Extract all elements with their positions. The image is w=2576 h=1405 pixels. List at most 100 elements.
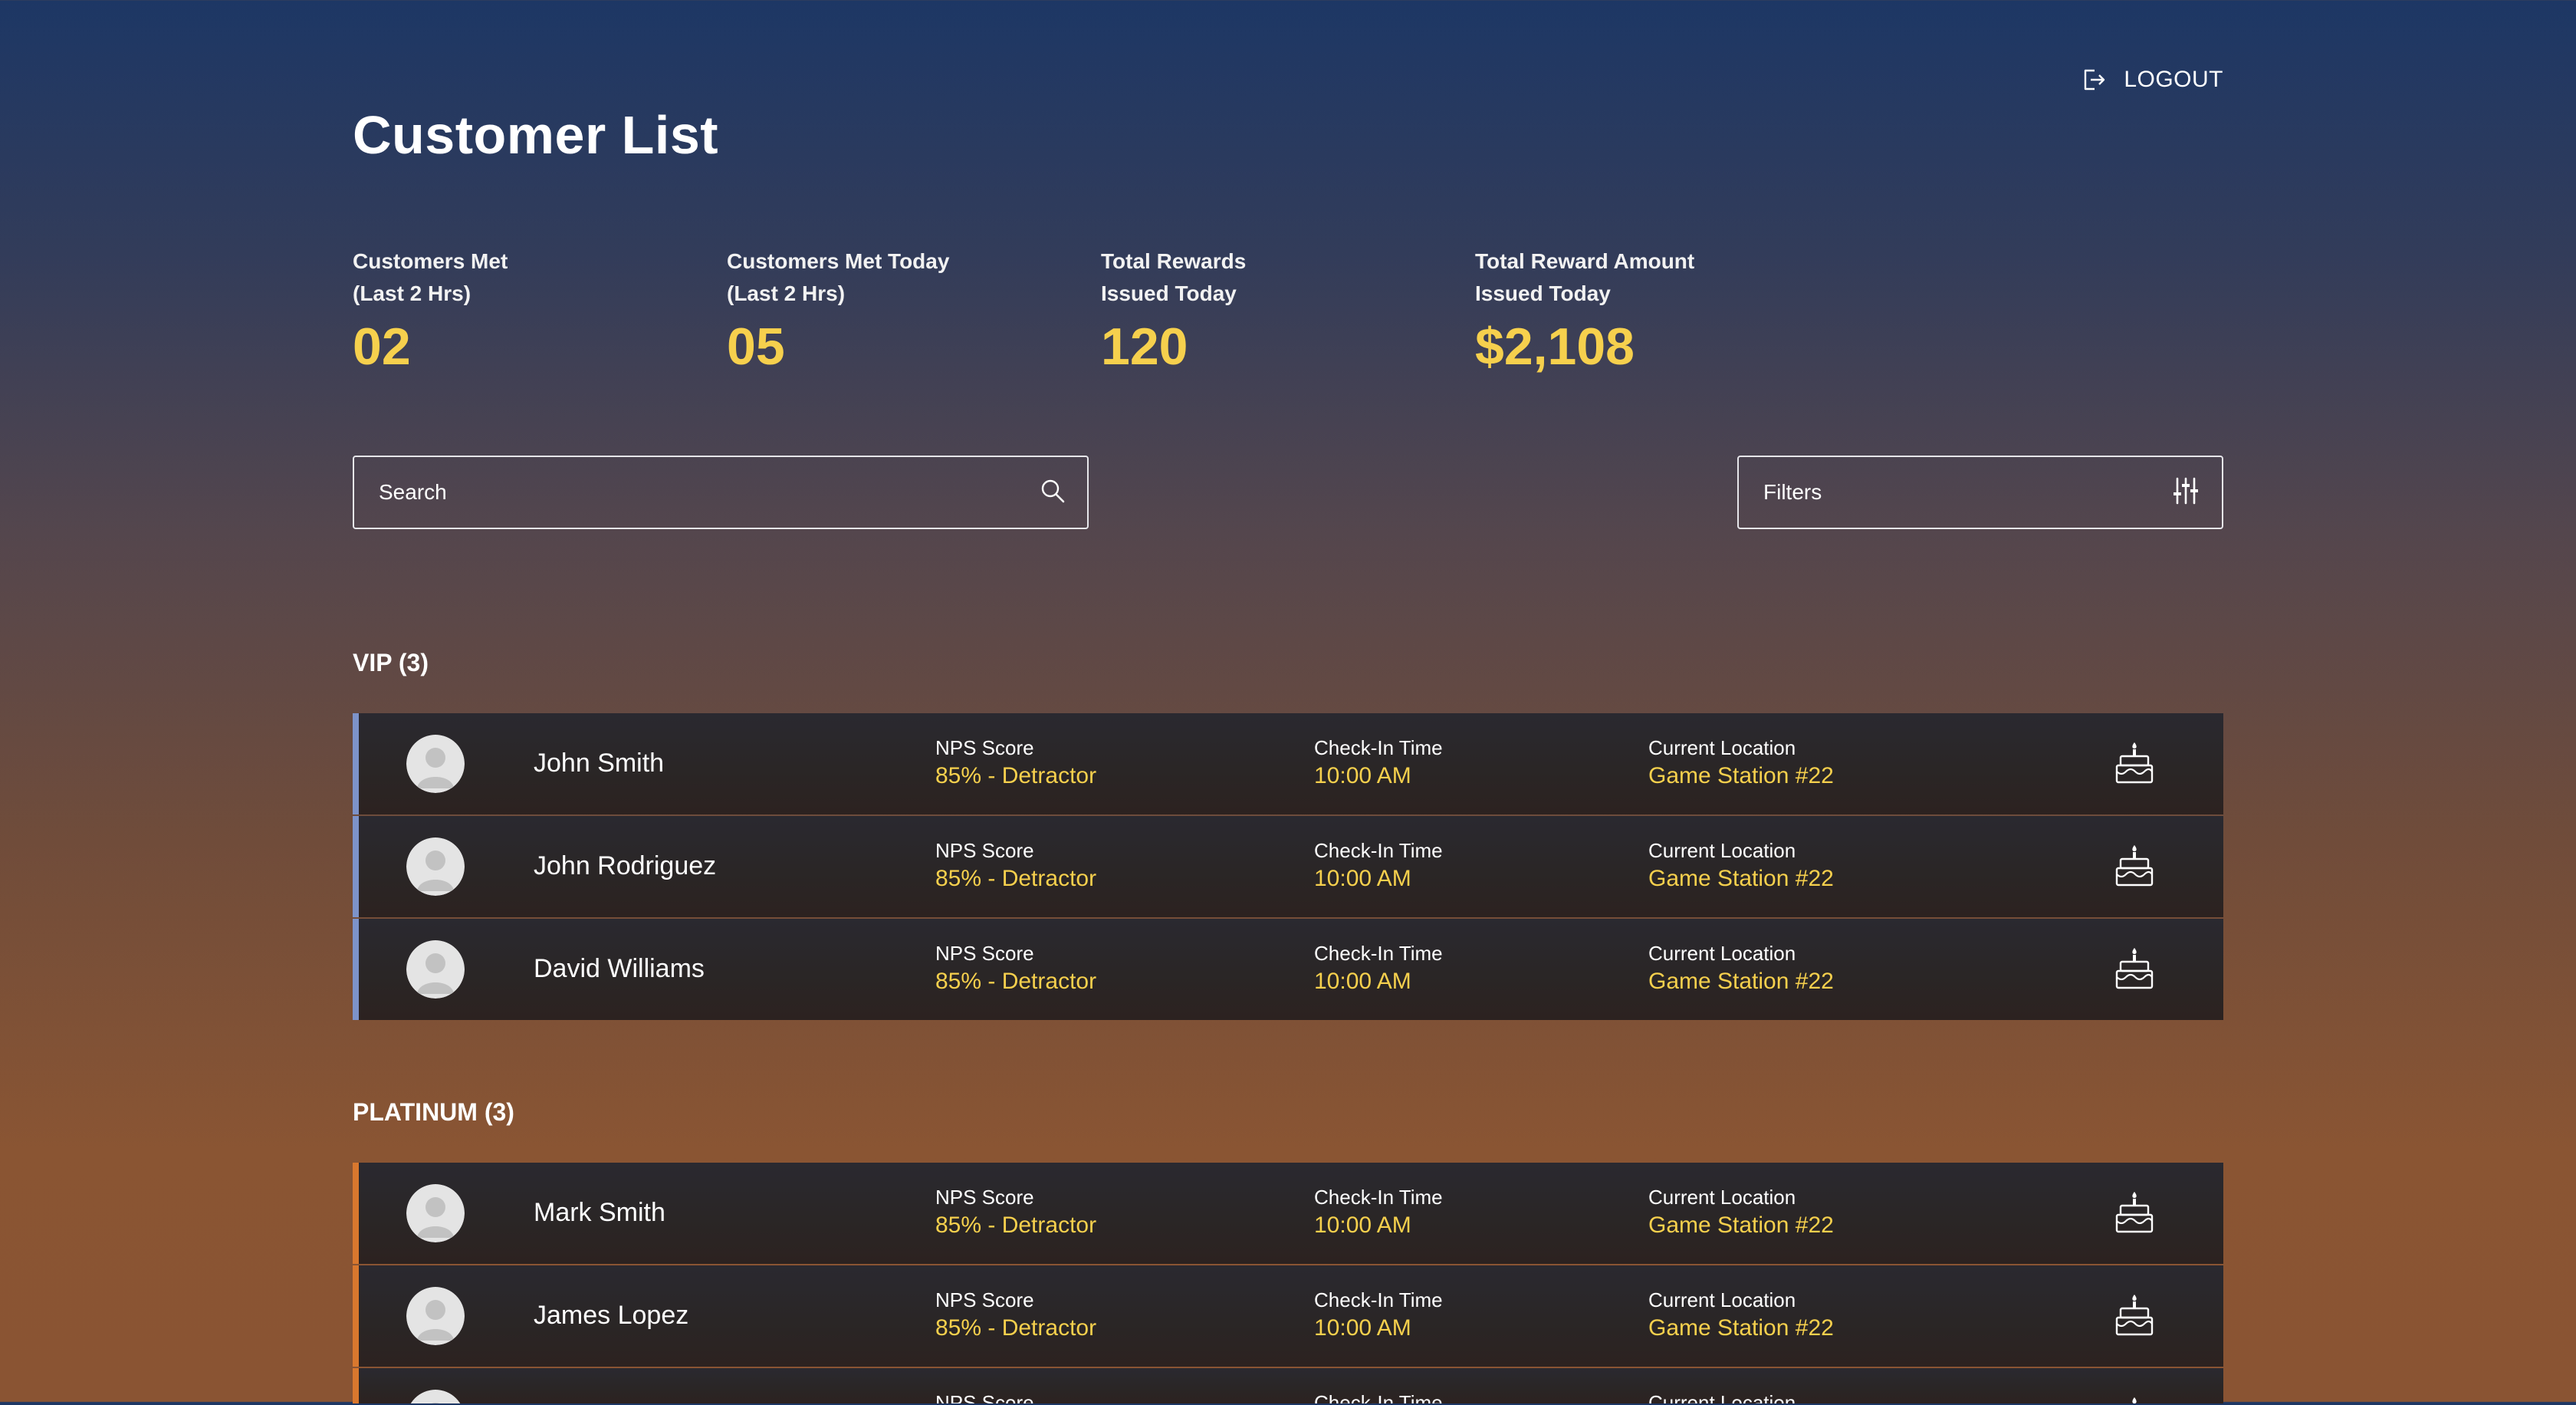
birthday-cake-icon[interactable] xyxy=(2114,741,2154,785)
birthday-cake-icon[interactable] xyxy=(2114,1293,2154,1338)
avatar-placeholder-icon xyxy=(406,837,465,896)
stat-label: Customers Met (Last 2 Hrs) xyxy=(353,245,675,310)
nps-value: 85% - Detractor xyxy=(935,969,1097,994)
stat-label-line2: Issued Today xyxy=(1101,281,1237,305)
section-heading-vip: VIP (3) xyxy=(353,649,429,676)
location-value: Game Station #22 xyxy=(1648,763,1834,788)
location-field: Current Location Game Station #22 xyxy=(1648,735,1834,791)
checkin-value: 10:00 AM xyxy=(1314,866,1411,891)
stat-label: Customers Met Today (Last 2 Hrs) xyxy=(727,245,1049,310)
stat-label-line1: Customers Met xyxy=(353,249,508,273)
customer-name: Mark Smith xyxy=(534,1198,665,1227)
location-label: Current Location xyxy=(1648,1186,1796,1209)
checkin-value: 10:00 AM xyxy=(1314,1213,1411,1238)
stat-label-line1: Total Reward Amount xyxy=(1475,249,1695,273)
nps-value: 85% - Detractor xyxy=(935,1315,1097,1341)
customer-row[interactable]: NPS Score Check-In Time Current Location xyxy=(353,1368,2223,1403)
nps-label: NPS Score xyxy=(935,839,1034,862)
location-field: Current Location Game Station #22 xyxy=(1648,837,1834,894)
stat-label: Total Rewards Issued Today xyxy=(1101,245,1423,310)
nps-field: NPS Score 85% - Detractor xyxy=(935,1184,1096,1241)
nps-field: NPS Score 85% - Detractor xyxy=(935,1287,1096,1344)
checkin-label: Check-In Time xyxy=(1314,1391,1443,1403)
birthday-cake-icon[interactable] xyxy=(2114,1190,2154,1235)
birthday-cake-icon[interactable] xyxy=(2114,844,2154,888)
checkin-value: 10:00 AM xyxy=(1314,969,1411,994)
customer-row[interactable]: David Williams NPS Score 85% - Detractor… xyxy=(353,919,2223,1020)
location-field: Current Location Game Station #22 xyxy=(1648,940,1834,997)
birthday-cake-icon[interactable] xyxy=(2114,946,2154,991)
nps-field: NPS Score 85% - Detractor xyxy=(935,735,1096,791)
stat-total-rewards: Total Rewards Issued Today 120 xyxy=(1101,245,1475,376)
checkin-field: Check-In Time 10:00 AM xyxy=(1314,837,1443,894)
customer-row[interactable]: James Lopez NPS Score 85% - Detractor Ch… xyxy=(353,1265,2223,1367)
nps-label: NPS Score xyxy=(935,1391,1034,1403)
customer-list-vip: John Smith NPS Score 85% - Detractor Che… xyxy=(353,713,2223,1022)
stat-value: 05 xyxy=(727,318,785,376)
customer-row[interactable]: John Smith NPS Score 85% - Detractor Che… xyxy=(353,713,2223,814)
page-title: Customer List xyxy=(353,105,719,165)
location-label: Current Location xyxy=(1648,1288,1796,1311)
avatar-placeholder-icon xyxy=(406,1390,465,1403)
nps-value: 85% - Detractor xyxy=(935,866,1097,891)
customer-row[interactable]: John Rodriguez NPS Score 85% - Detractor… xyxy=(353,816,2223,917)
avatar-placeholder-icon xyxy=(406,1184,465,1242)
logout-button[interactable]: LOGOUT xyxy=(2079,66,2223,94)
nps-label: NPS Score xyxy=(935,1288,1034,1311)
birthday-cake-icon[interactable] xyxy=(2114,1396,2154,1403)
stat-label-line2: (Last 2 Hrs) xyxy=(727,281,846,305)
stats-bar: Customers Met (Last 2 Hrs) 02 Customers … xyxy=(353,245,1849,376)
nps-value: 85% - Detractor xyxy=(935,763,1097,788)
search-input[interactable] xyxy=(377,479,1040,505)
checkin-field: Check-In Time xyxy=(1314,1390,1443,1403)
location-field: Current Location Game Station #22 xyxy=(1648,1184,1834,1241)
stat-label-line1: Total Rewards xyxy=(1101,249,1247,273)
customer-name: David Williams xyxy=(534,954,705,983)
customer-name: John Rodriguez xyxy=(534,851,717,880)
stat-label: Total Reward Amount Issued Today xyxy=(1475,245,1797,310)
nps-label: NPS Score xyxy=(935,942,1034,965)
nps-value: 85% - Detractor xyxy=(935,1213,1097,1238)
stat-value: 120 xyxy=(1101,318,1188,376)
stat-customers-met: Customers Met (Last 2 Hrs) 02 xyxy=(353,245,727,376)
nps-field: NPS Score 85% - Detractor xyxy=(935,940,1096,997)
search-box[interactable] xyxy=(353,456,1089,529)
stat-value: 02 xyxy=(353,318,411,376)
customer-row[interactable]: Mark Smith NPS Score 85% - Detractor Che… xyxy=(353,1163,2223,1264)
checkin-label: Check-In Time xyxy=(1314,839,1443,862)
customer-name: John Smith xyxy=(534,749,665,778)
avatar-placeholder-icon xyxy=(406,940,465,999)
location-value: Game Station #22 xyxy=(1648,1315,1834,1341)
customer-list-page: LOGOUT Customer List Customers Met (Last… xyxy=(353,0,2223,1405)
checkin-label: Check-In Time xyxy=(1314,1186,1443,1209)
checkin-label: Check-In Time xyxy=(1314,736,1443,759)
location-field: Current Location Game Station #22 xyxy=(1648,1287,1834,1344)
avatar-placeholder-icon xyxy=(406,735,465,793)
section-heading-platinum: PLATINUM (3) xyxy=(353,1098,514,1126)
location-label: Current Location xyxy=(1648,1391,1796,1403)
nps-label: NPS Score xyxy=(935,1186,1034,1209)
customer-list-platinum: Mark Smith NPS Score 85% - Detractor Che… xyxy=(353,1163,2223,1405)
nps-label: NPS Score xyxy=(935,736,1034,759)
search-icon[interactable] xyxy=(1040,478,1066,508)
stat-value: $2,108 xyxy=(1475,318,1635,376)
location-label: Current Location xyxy=(1648,942,1796,965)
filters-label: Filters xyxy=(1763,480,1822,504)
location-label: Current Location xyxy=(1648,839,1796,862)
avatar-placeholder-icon xyxy=(406,1287,465,1345)
stat-customers-met-today: Customers Met Today (Last 2 Hrs) 05 xyxy=(727,245,1101,376)
location-value: Game Station #22 xyxy=(1648,1213,1834,1238)
stat-total-reward-amount: Total Reward Amount Issued Today $2,108 xyxy=(1475,245,1849,376)
checkin-value: 10:00 AM xyxy=(1314,763,1411,788)
location-field: Current Location xyxy=(1648,1390,1796,1403)
checkin-field: Check-In Time 10:00 AM xyxy=(1314,1287,1443,1344)
stat-label-line2: (Last 2 Hrs) xyxy=(353,281,472,305)
location-value: Game Station #22 xyxy=(1648,866,1834,891)
sliders-icon xyxy=(2173,477,2199,508)
checkin-label: Check-In Time xyxy=(1314,1288,1443,1311)
filters-button[interactable]: Filters xyxy=(1737,456,2223,529)
logout-label: LOGOUT xyxy=(2124,67,2223,92)
customer-name: James Lopez xyxy=(534,1301,689,1330)
location-label: Current Location xyxy=(1648,736,1796,759)
checkin-label: Check-In Time xyxy=(1314,942,1443,965)
